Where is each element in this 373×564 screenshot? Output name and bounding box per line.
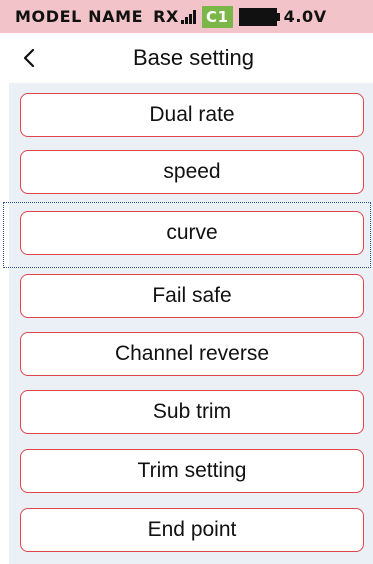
header: Base setting bbox=[0, 33, 373, 83]
rx-label: RX bbox=[153, 7, 179, 26]
channel-badge: C1 bbox=[201, 5, 233, 28]
fail-safe-button[interactable]: Fail safe bbox=[20, 274, 364, 318]
curve-button[interactable]: curve bbox=[20, 211, 364, 255]
speed-button[interactable]: speed bbox=[20, 150, 364, 194]
menu-list: Dual rate speed curve Fail safe Channel … bbox=[9, 83, 373, 564]
chevron-left-icon bbox=[23, 48, 35, 68]
model-name: MODEL NAME bbox=[15, 7, 144, 26]
end-point-button[interactable]: End point bbox=[20, 508, 364, 552]
page-title: Base setting bbox=[132, 45, 255, 70]
receiver-signal: RX bbox=[153, 7, 202, 26]
channel-reverse-button[interactable]: Channel reverse bbox=[20, 332, 364, 376]
signal-strength-icon bbox=[180, 9, 196, 24]
battery-voltage: 4.0V bbox=[283, 7, 327, 26]
trim-setting-button[interactable]: Trim setting bbox=[20, 449, 364, 493]
back-button[interactable] bbox=[16, 45, 42, 71]
sub-trim-button[interactable]: Sub trim bbox=[20, 390, 364, 434]
dual-rate-button[interactable]: Dual rate bbox=[20, 93, 364, 137]
status-bar: MODEL NAME RX C1 4.0V bbox=[0, 0, 373, 33]
battery-icon bbox=[238, 7, 280, 26]
